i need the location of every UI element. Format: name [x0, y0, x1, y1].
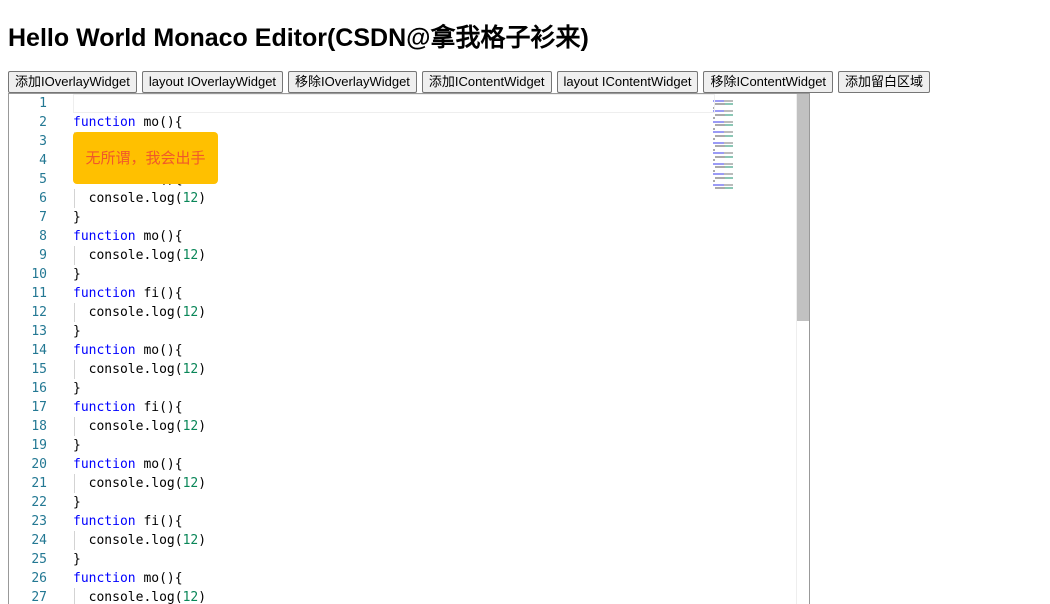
code-line[interactable]: 27 console.log(12) [9, 588, 789, 604]
layout-overlay-widget-button[interactable]: layout IOverlayWidget [141, 71, 284, 93]
code-line[interactable]: 26 function mo(){ [9, 569, 789, 588]
line-number: 20 [31, 457, 47, 472]
line-number: 8 [39, 229, 47, 244]
line-code: function fi(){ [73, 514, 183, 529]
code-line[interactable]: 19} [9, 436, 789, 455]
toolbar: 添加IOverlayWidget layout IOverlayWidget 移… [8, 71, 931, 93]
code-line[interactable]: 16} [9, 379, 789, 398]
line-code: console.log(12) [73, 191, 207, 206]
line-code: } [73, 324, 81, 339]
line-number: 4 [39, 153, 47, 168]
code-line[interactable]: 15 console.log(12) [9, 360, 789, 379]
line-code: function mo(){ [73, 229, 183, 244]
indent-guide [74, 189, 75, 208]
line-number: 26 [31, 571, 47, 586]
line-number: 22 [31, 495, 47, 510]
line-code: console.log(12) [73, 248, 207, 263]
line-number: 17 [31, 400, 47, 415]
add-content-widget-button[interactable]: 添加IContentWidget [421, 71, 552, 93]
line-number: 5 [39, 172, 47, 187]
code-line[interactable]: 7} [9, 208, 789, 227]
line-number: 9 [39, 248, 47, 263]
code-line[interactable]: 18 console.log(12) [9, 417, 789, 436]
line-code: } [73, 438, 81, 453]
line-code: console.log(12) [73, 305, 207, 320]
code-line[interactable]: 2 function mo(){ [9, 113, 789, 132]
add-view-zone-button[interactable]: 添加留白区域 [838, 71, 931, 93]
line-number: 14 [31, 343, 47, 358]
add-overlay-widget-button[interactable]: 添加IOverlayWidget [8, 71, 137, 93]
line-code: } [73, 495, 81, 510]
line-code: function fi(){ [73, 286, 183, 301]
line-number: 23 [31, 514, 47, 529]
code-line[interactable]: 9 console.log(12) [9, 246, 789, 265]
remove-content-widget-button[interactable]: 移除IContentWidget [703, 71, 834, 93]
code-line[interactable]: 6 console.log(12) [9, 189, 789, 208]
code-line[interactable]: 17 function fi(){ [9, 398, 789, 417]
line-number: 12 [31, 305, 47, 320]
scrollbar-thumb[interactable] [797, 94, 809, 321]
line-code: function fi(){ [73, 400, 183, 415]
line-number: 25 [31, 552, 47, 567]
indent-guide [74, 360, 75, 379]
current-line-highlight [73, 94, 715, 113]
line-code: console.log(12) [73, 590, 207, 604]
line-number: 7 [39, 210, 47, 225]
vertical-scrollbar[interactable] [796, 94, 809, 604]
indent-guide [74, 303, 75, 322]
overlay-widget: 无所谓，我会出手 [73, 132, 218, 184]
line-code: console.log(12) [73, 419, 207, 434]
page-title: Hello World Monaco Editor(CSDN@拿我格子衫来) [8, 24, 589, 52]
line-code: console.log(12) [73, 362, 207, 377]
code-line[interactable]: 24 console.log(12) [9, 531, 789, 550]
line-code: } [73, 381, 81, 396]
line-number: 27 [31, 590, 47, 604]
code-line[interactable]: 25} [9, 550, 789, 569]
line-number: 18 [31, 419, 47, 434]
code-line[interactable]: 14 function mo(){ [9, 341, 789, 360]
indent-guide [74, 588, 75, 604]
line-number: 21 [31, 476, 47, 491]
line-number: 2 [39, 115, 47, 130]
code-line[interactable]: 12 console.log(12) [9, 303, 789, 322]
line-code: } [73, 552, 81, 567]
code-line[interactable]: 10} [9, 265, 789, 284]
code-line[interactable]: 21 console.log(12) [9, 474, 789, 493]
line-number: 24 [31, 533, 47, 548]
line-code: function mo(){ [73, 115, 183, 130]
code-line[interactable]: 8 function mo(){ [9, 227, 789, 246]
layout-content-widget-button[interactable]: layout IContentWidget [556, 71, 699, 93]
code-line[interactable]: 11 function fi(){ [9, 284, 789, 303]
indent-guide [74, 531, 75, 550]
line-number: 19 [31, 438, 47, 453]
line-number: 10 [31, 267, 47, 282]
line-number: 6 [39, 191, 47, 206]
line-number: 3 [39, 134, 47, 149]
code-line[interactable]: 20 function mo(){ [9, 455, 789, 474]
code-line[interactable]: 22} [9, 493, 789, 512]
line-number: 1 [39, 96, 47, 111]
code-line[interactable]: 1 [9, 94, 789, 113]
line-code: function mo(){ [73, 457, 183, 472]
indent-guide [74, 246, 75, 265]
line-number: 15 [31, 362, 47, 377]
line-number: 13 [31, 324, 47, 339]
code-line[interactable]: 13} [9, 322, 789, 341]
remove-overlay-widget-button[interactable]: 移除IOverlayWidget [288, 71, 417, 93]
line-code: function mo(){ [73, 343, 183, 358]
line-code: console.log(12) [73, 476, 207, 491]
code-line[interactable]: 23 function fi(){ [9, 512, 789, 531]
line-code: console.log(12) [73, 533, 207, 548]
indent-guide [74, 417, 75, 436]
line-number: 16 [31, 381, 47, 396]
line-code: } [73, 210, 81, 225]
line-number: 11 [31, 286, 47, 301]
indent-guide [74, 474, 75, 493]
line-code: function mo(){ [73, 571, 183, 586]
line-code: } [73, 267, 81, 282]
